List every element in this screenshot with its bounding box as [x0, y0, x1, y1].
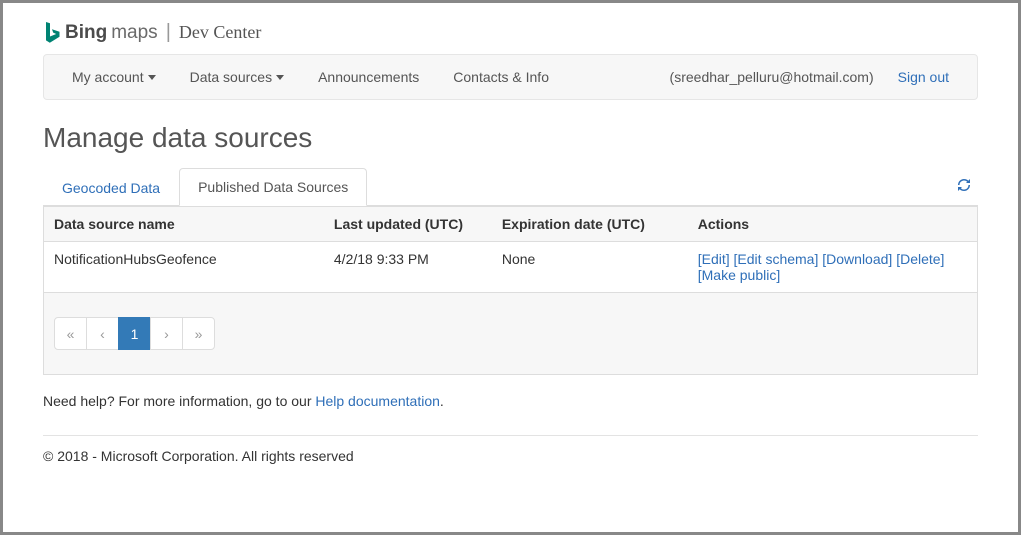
caret-down-icon [148, 75, 156, 80]
action-download[interactable]: [Download] [822, 251, 892, 267]
nav-user-email: (sreedhar_pelluru@hotmail.com) [670, 69, 874, 85]
pager-first[interactable]: « [54, 317, 87, 350]
data-panel: Data source name Last updated (UTC) Expi… [43, 206, 978, 375]
tab-row: Geocoded Data Published Data Sources [43, 168, 978, 206]
pager-zone: « ‹ 1 › » [44, 293, 977, 374]
nav-data-sources[interactable]: Data sources [190, 69, 284, 85]
bing-logo: Bing maps [43, 22, 158, 44]
pager-next[interactable]: › [150, 317, 183, 350]
nav-sign-out[interactable]: Sign out [898, 69, 949, 85]
devcenter-text: Dev Center [179, 22, 261, 43]
action-delete[interactable]: [Delete] [896, 251, 944, 267]
footer-text: © 2018 - Microsoft Corporation. All righ… [43, 448, 978, 464]
col-expiry: Expiration date (UTC) [492, 207, 688, 242]
cell-expiry: None [492, 242, 688, 293]
nav-my-account[interactable]: My account [72, 69, 156, 85]
help-suffix: . [440, 393, 444, 409]
top-nav: My account Data sources Announcements Co… [43, 54, 978, 100]
table-row: NotificationHubsGeofence 4/2/18 9:33 PM … [44, 242, 977, 293]
brand-bar: Bing maps | Dev Center [43, 15, 978, 54]
pager-last[interactable]: » [182, 317, 215, 350]
tab-geocoded[interactable]: Geocoded Data [43, 169, 179, 206]
cell-actions: [Edit] [Edit schema] [Download] [Delete]… [688, 242, 977, 293]
action-make-public[interactable]: [Make public] [698, 267, 780, 283]
nav-my-account-label: My account [72, 69, 144, 85]
cell-updated: 4/2/18 9:33 PM [324, 242, 492, 293]
help-text: Need help? For more information, go to o… [43, 393, 978, 409]
help-doc-link[interactable]: Help documentation [315, 393, 440, 409]
bing-icon [43, 22, 61, 44]
brand-separator: | [166, 21, 171, 44]
page-title: Manage data sources [43, 122, 978, 154]
col-updated: Last updated (UTC) [324, 207, 492, 242]
nav-announcements[interactable]: Announcements [318, 69, 419, 85]
col-name: Data source name [44, 207, 324, 242]
action-edit-schema[interactable]: [Edit schema] [734, 251, 819, 267]
cell-name: NotificationHubsGeofence [44, 242, 324, 293]
bing-text: Bing [65, 22, 107, 44]
nav-data-sources-label: Data sources [190, 69, 272, 85]
action-edit[interactable]: [Edit] [698, 251, 730, 267]
pager-page-1[interactable]: 1 [118, 317, 151, 350]
refresh-button[interactable] [950, 171, 978, 202]
tab-published[interactable]: Published Data Sources [179, 168, 367, 206]
footer-separator [43, 435, 978, 436]
pager-prev[interactable]: ‹ [86, 317, 119, 350]
help-prefix: Need help? For more information, go to o… [43, 393, 315, 409]
maps-text: maps [111, 22, 157, 44]
pager: « ‹ 1 › » [54, 317, 215, 350]
nav-contacts[interactable]: Contacts & Info [453, 69, 549, 85]
caret-down-icon [276, 75, 284, 80]
col-actions: Actions [688, 207, 977, 242]
data-sources-table: Data source name Last updated (UTC) Expi… [44, 206, 977, 292]
refresh-icon [956, 177, 972, 193]
